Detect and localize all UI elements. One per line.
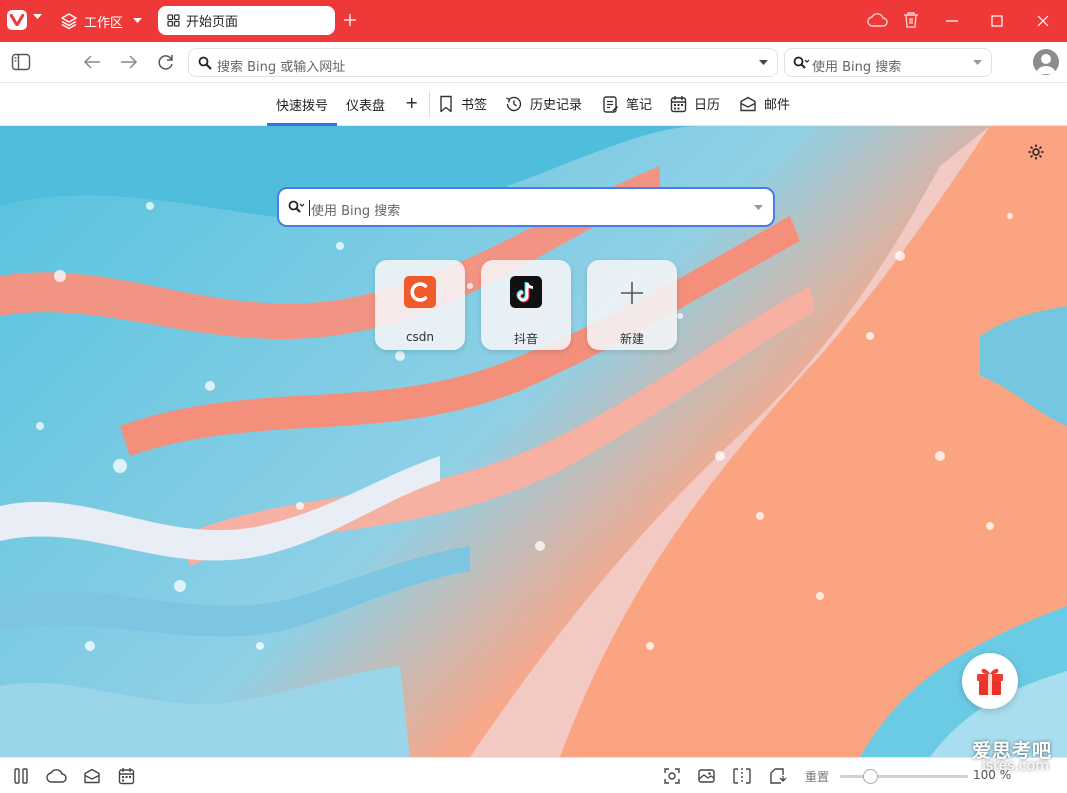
tab-dashboard[interactable]: 仪表盘: [346, 95, 385, 114]
back-arrow-icon[interactable]: [82, 53, 102, 71]
search-placeholder: 使用 Bing 搜索: [812, 60, 902, 75]
search-engine-icon: [793, 56, 810, 69]
text-caret: [309, 200, 310, 216]
speed-dial-label: 新建: [619, 332, 644, 346]
nav-history[interactable]: 历史记录: [505, 94, 582, 113]
bookmark-icon: [440, 95, 452, 112]
address-bar: 搜索 Bing 或输入网址 使用 Bing 搜索: [0, 42, 1067, 83]
minimize-icon[interactable]: [945, 16, 959, 26]
chevron-down-icon[interactable]: [754, 205, 763, 211]
url-field[interactable]: 搜索 Bing 或输入网址: [188, 48, 778, 77]
grid-icon: [167, 14, 180, 27]
nav-bookmarks[interactable]: 书签: [438, 94, 487, 113]
status-bar: 重置 100 %: [0, 757, 1067, 793]
chevron-down-icon[interactable]: [33, 14, 42, 20]
workspace-selector[interactable]: 工作区: [60, 10, 123, 32]
zoom-reset-button[interactable]: 重置: [805, 768, 829, 785]
nav-mail-label: 邮件: [764, 98, 791, 113]
zoom-slider-handle[interactable]: [862, 769, 878, 784]
mail-icon: [740, 96, 756, 111]
nav-notes-label: 笔记: [626, 98, 653, 113]
nav-mail[interactable]: 邮件: [739, 94, 790, 113]
reload-icon[interactable]: [157, 53, 175, 71]
gift-icon: [977, 668, 1003, 695]
csdn-logo-icon: [404, 276, 436, 308]
zoom-slider[interactable]: [840, 769, 968, 784]
nav-calendar[interactable]: 日历: [670, 94, 720, 113]
forward-arrow-icon[interactable]: [119, 53, 139, 71]
start-page-search-input[interactable]: 使用 Bing 搜索: [277, 187, 775, 227]
tab-speed-dial[interactable]: 快速拨号: [276, 95, 328, 114]
cloud-icon[interactable]: [867, 11, 889, 29]
speed-dial-label: 抖音: [513, 332, 538, 346]
nav-bookmarks-label: 书签: [461, 98, 488, 113]
speed-dial-label: csdn: [405, 330, 435, 344]
page-actions-icon[interactable]: [768, 767, 788, 785]
chevron-down-icon[interactable]: [759, 60, 768, 66]
vivaldi-logo-icon[interactable]: [7, 10, 27, 30]
tiktok-logo-icon: [510, 276, 542, 308]
workspace-label: 工作区: [84, 15, 124, 31]
search-engine-field[interactable]: 使用 Bing 搜索: [784, 48, 992, 77]
page-tiling-icon[interactable]: [732, 767, 752, 785]
start-page-nav: 快速拨号 仪表盘 + 书签 历史记录 笔记 日历 邮件: [0, 83, 1067, 126]
watermark-url: isres.com: [982, 758, 1049, 774]
calendar-icon[interactable]: [118, 767, 135, 785]
chevron-down-icon[interactable]: [973, 60, 982, 66]
nav-history-label: 历史记录: [530, 98, 583, 113]
new-tab-plus-icon[interactable]: [342, 12, 358, 28]
history-clock-icon: [506, 96, 522, 111]
search-icon: [198, 56, 212, 70]
screenshot-icon[interactable]: [663, 767, 681, 785]
search-engine-icon: [288, 200, 305, 213]
gear-icon[interactable]: [1027, 143, 1045, 161]
url-placeholder: 搜索 Bing 或输入网址: [217, 60, 346, 75]
watermark: 爱思考吧 isres.com: [972, 736, 1052, 774]
start-page-search-placeholder: 使用 Bing 搜索: [311, 204, 401, 219]
nav-notes[interactable]: 笔记: [602, 94, 652, 113]
speed-dial-csdn[interactable]: csdn: [375, 260, 465, 350]
speed-dial-douyin[interactable]: 抖音: [481, 260, 571, 350]
image-toggle-icon[interactable]: [697, 767, 717, 785]
speed-dial-new[interactable]: 新建: [587, 260, 677, 350]
tab-start-page[interactable]: 开始页面: [158, 6, 335, 35]
panel-toggle-icon[interactable]: [11, 53, 31, 71]
tab-title: 开始页面: [186, 15, 239, 30]
trash-icon[interactable]: [903, 11, 919, 29]
avatar[interactable]: [1033, 49, 1059, 75]
add-tab-plus-icon[interactable]: +: [405, 93, 418, 112]
mail-icon[interactable]: [83, 767, 101, 785]
sync-cloud-icon[interactable]: [46, 767, 68, 785]
panel-toggle-icon[interactable]: [13, 767, 29, 785]
divider: [429, 91, 430, 118]
layers-icon: [61, 13, 77, 30]
user-icon: [1036, 54, 1056, 74]
calendar-icon: [670, 95, 687, 112]
nav-calendar-label: 日历: [694, 98, 721, 113]
close-icon[interactable]: [1037, 15, 1049, 27]
chevron-down-icon[interactable]: [133, 18, 142, 24]
gift-button[interactable]: [962, 653, 1018, 709]
notes-icon: [603, 95, 619, 113]
plus-icon: [621, 282, 643, 304]
title-bar: 工作区 开始页面: [0, 0, 1067, 42]
maximize-icon[interactable]: [991, 15, 1003, 27]
